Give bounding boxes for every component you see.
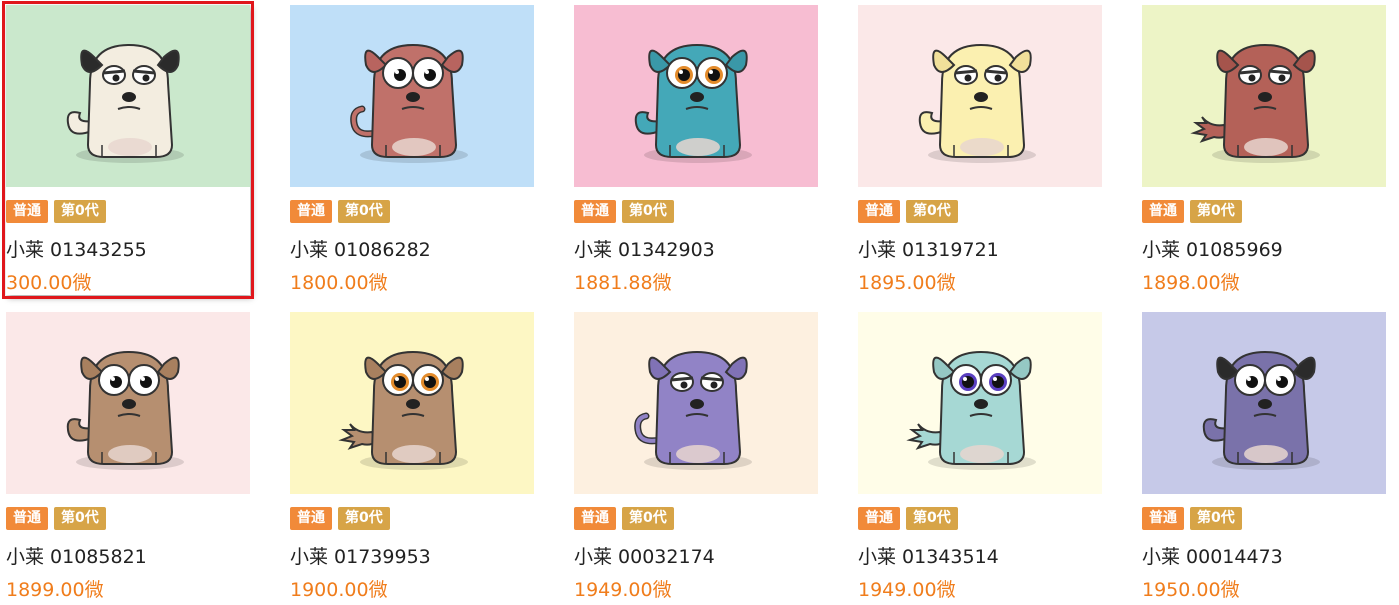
rarity-badge: 普通 [6,507,48,530]
dog-illustration [1142,5,1386,187]
dog-name[interactable]: 小莱 01319721 [858,235,999,262]
rarity-badge: 普通 [290,507,332,530]
dog-card[interactable]: 普通 第0代小莱 01342903 1881.88微 [574,5,818,295]
dog-illustration [858,5,1102,187]
dog-image[interactable] [858,5,1102,187]
dog-card[interactable]: 普通 第0代小莱 01343514 1949.00微 [858,312,1102,602]
dog-price: 1895.00微 [858,272,956,294]
tag-list: 普通 第0代 [858,507,958,530]
dog-card[interactable]: 普通 第0代小莱 00032174 1949.00微 [574,312,818,602]
dog-card[interactable]: 普通 第0代小莱 01343255 300.00微 [2,1,254,299]
generation-badge: 第0代 [1190,507,1242,530]
dog-price: 1800.00微 [290,272,388,294]
tag-list: 普通 第0代 [290,507,390,530]
dog-name[interactable]: 小莱 00014473 [1142,542,1283,569]
dog-name[interactable]: 小莱 01342903 [574,235,715,262]
generation-badge: 第0代 [54,507,106,530]
dog-card[interactable]: 普通 第0代小莱 01739953 1900.00微 [290,312,534,602]
generation-badge: 第0代 [906,200,958,223]
dog-price: 1881.88微 [574,272,672,294]
dog-image[interactable] [1142,312,1386,494]
dog-image[interactable] [290,312,534,494]
dog-image[interactable] [574,312,818,494]
dog-price: 1949.00微 [858,579,956,601]
generation-badge: 第0代 [622,507,674,530]
tag-list: 普通 第0代 [574,507,674,530]
generation-badge: 第0代 [54,200,106,223]
dog-card[interactable]: 普通 第0代小莱 01086282 1800.00微 [290,5,534,295]
dog-price: 1949.00微 [574,579,672,601]
rarity-badge: 普通 [574,200,616,223]
rarity-badge: 普通 [858,507,900,530]
dog-name[interactable]: 小莱 00032174 [574,542,715,569]
generation-badge: 第0代 [906,507,958,530]
dog-name[interactable]: 小莱 01343514 [858,542,999,569]
dog-illustration [290,5,534,187]
dog-illustration [1142,312,1386,494]
dog-illustration [574,5,818,187]
dog-name[interactable]: 小莱 01085969 [1142,235,1283,262]
dog-illustration [290,312,534,494]
generation-badge: 第0代 [622,200,674,223]
generation-badge: 第0代 [338,507,390,530]
dog-card[interactable]: 普通 第0代小莱 01085821 1899.00微 [6,312,250,602]
dog-price: 1899.00微 [6,579,104,601]
generation-badge: 第0代 [1190,200,1242,223]
tag-list: 普通 第0代 [6,507,106,530]
dog-price: 1950.00微 [1142,579,1240,601]
tag-list: 普通 第0代 [858,200,958,223]
dog-image[interactable] [6,5,250,187]
dog-image[interactable] [574,5,818,187]
tag-list: 普通 第0代 [290,200,390,223]
rarity-badge: 普通 [1142,200,1184,223]
tag-list: 普通 第0代 [6,200,106,223]
dog-illustration [574,312,818,494]
dog-card[interactable]: 普通 第0代小莱 01319721 1895.00微 [858,5,1102,295]
dog-name[interactable]: 小莱 01085821 [6,542,147,569]
dog-image[interactable] [6,312,250,494]
dog-name[interactable]: 小莱 01343255 [6,235,147,262]
rarity-badge: 普通 [290,200,332,223]
dog-illustration [6,312,250,494]
rarity-badge: 普通 [574,507,616,530]
tag-list: 普通 第0代 [574,200,674,223]
rarity-badge: 普通 [858,200,900,223]
dog-illustration [6,5,250,187]
dog-image[interactable] [858,312,1102,494]
dog-price: 1898.00微 [1142,272,1240,294]
tag-list: 普通 第0代 [1142,507,1242,530]
dog-illustration [858,312,1102,494]
dog-name[interactable]: 小莱 01739953 [290,542,431,569]
rarity-badge: 普通 [1142,507,1184,530]
dog-card[interactable]: 普通 第0代小莱 00014473 1950.00微 [1142,312,1386,602]
generation-badge: 第0代 [338,200,390,223]
dog-name[interactable]: 小莱 01086282 [290,235,431,262]
rarity-badge: 普通 [6,200,48,223]
dog-price: 300.00微 [6,272,92,294]
dog-card[interactable]: 普通 第0代小莱 01085969 1898.00微 [1142,5,1386,295]
tag-list: 普通 第0代 [1142,200,1242,223]
dog-image[interactable] [290,5,534,187]
dog-price: 1900.00微 [290,579,388,601]
dog-image[interactable] [1142,5,1386,187]
